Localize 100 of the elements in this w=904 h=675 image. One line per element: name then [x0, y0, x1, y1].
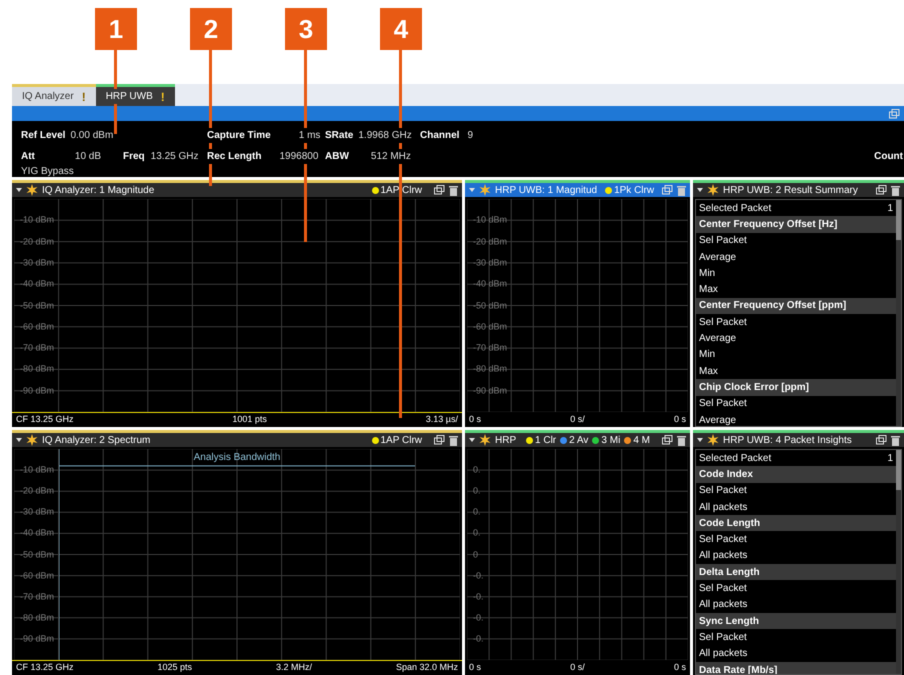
- trace-label: 4 M: [633, 434, 650, 448]
- row-label: Sel Packet: [699, 484, 747, 498]
- info-value: 512 MHz: [370, 149, 411, 164]
- callout-number: 1: [95, 8, 137, 50]
- row-label: Average: [699, 250, 736, 265]
- y-axis-label: -50 dBm: [20, 548, 54, 561]
- trace-label: 2 Av: [569, 434, 588, 448]
- row-label: Sel Packet: [699, 630, 747, 645]
- y-axis-label: -90 dBm: [473, 384, 508, 397]
- row-label: Sel Packet: [699, 316, 747, 330]
- info-value: 1.9968 GHz: [358, 128, 412, 143]
- y-axis-label: -0.: [473, 632, 484, 646]
- row-label: Sel Packet: [699, 397, 747, 412]
- trace-label: 1 Clr: [535, 434, 556, 448]
- pane-title: HRP UWB: 1 Magnitud: [495, 184, 598, 198]
- info-label: Count: [874, 150, 904, 164]
- warning-mark: !: [160, 88, 165, 106]
- bandwidth-label: Analysis Bandwidth: [192, 451, 282, 465]
- callout-number: 3: [285, 8, 327, 50]
- tab[interactable]: IQ Analyzer !: [12, 84, 96, 106]
- y-axis-label: -0.: [473, 568, 484, 582]
- pane-title: HRP UWB: 4 Packet Insights: [723, 434, 852, 448]
- footer-label: 0 s: [674, 413, 686, 426]
- row-label: Average: [699, 414, 736, 426]
- y-axis-label: -50 dBm: [473, 298, 508, 312]
- footer-label: Span 32.0 MHz: [396, 661, 458, 674]
- trace-label: 1AP Clrw: [380, 434, 422, 448]
- trace-label: 1Pk Clrw: [614, 184, 654, 198]
- y-axis-label: -30 dBm: [20, 256, 54, 270]
- y-axis-label: -70 dBm: [20, 341, 54, 354]
- y-axis-label: -60 dBm: [473, 320, 508, 334]
- row-label: Min: [699, 266, 716, 281]
- pane-title: HRP: [495, 434, 516, 448]
- footer-label: 1001 pts: [232, 413, 267, 426]
- y-axis-label: -70 dBm: [20, 590, 54, 603]
- callout-number: 2: [190, 8, 232, 50]
- footer-label: 0 s: [469, 661, 482, 674]
- info-note: YIG Bypass: [21, 167, 75, 177]
- row-label: Sel Packet: [699, 533, 747, 548]
- row-label: Average: [699, 332, 736, 346]
- y-axis-label: 0.: [473, 526, 481, 540]
- y-axis-label: -70 dBm: [473, 341, 508, 354]
- section-header: Code Index: [696, 466, 896, 483]
- info-value: 1996800: [279, 149, 318, 164]
- pane-title: IQ Analyzer: 2 Spectrum: [42, 434, 150, 448]
- y-axis-label: -80 dBm: [473, 362, 508, 376]
- row-label: All packets: [699, 598, 748, 612]
- y-axis-label: 0.: [473, 463, 481, 476]
- footer-label: 1025 pts: [157, 661, 192, 674]
- info-label: Capture Time: [207, 128, 271, 143]
- y-axis-label: -60 dBm: [20, 568, 54, 582]
- info-value: 1 ms: [298, 128, 320, 143]
- y-axis-label: 0.: [473, 506, 481, 519]
- footer-label: 0 s/: [570, 413, 585, 426]
- section-header: Chip Clock Error [ppm]: [696, 379, 896, 396]
- row-label: Sel Packet: [699, 582, 747, 596]
- footer-label: CF 13.25 GHz: [16, 413, 74, 426]
- row-label: Selected Packet: [699, 452, 772, 466]
- y-axis-label: -40 dBm: [20, 526, 54, 540]
- row-label: All packets: [699, 549, 748, 564]
- y-axis-label: -10 dBm: [20, 463, 54, 476]
- footer-label: CF 13.25 GHz: [16, 661, 74, 674]
- section-header: Center Frequency Offset [ppm]: [696, 298, 896, 314]
- y-axis-label: -40 dBm: [473, 277, 508, 290]
- y-axis-label: 0.: [473, 484, 481, 498]
- pane-title: HRP UWB: 2 Result Summary: [723, 184, 858, 198]
- section-header: Delta Length: [696, 564, 896, 580]
- trace-label: 1AP Clrw: [380, 184, 422, 198]
- y-axis-label: -20 dBm: [473, 234, 508, 248]
- y-axis-label: -0.: [473, 590, 484, 603]
- row-value: 1: [887, 452, 893, 466]
- tab[interactable]: HRP UWB !: [96, 84, 175, 106]
- pane-title: IQ Analyzer: 1 Magnitude: [42, 184, 154, 198]
- row-label: Min: [699, 348, 716, 362]
- y-axis-label: -20 dBm: [20, 484, 54, 498]
- row-value: 1: [887, 202, 893, 216]
- y-axis-label: -60 dBm: [20, 320, 54, 334]
- y-axis-label: -50 dBm: [20, 298, 54, 312]
- y-axis-label: -30 dBm: [20, 506, 54, 519]
- footer-label: 3.2 MHz/: [276, 661, 312, 674]
- callout-number: 4: [380, 8, 422, 50]
- y-axis-label: -20 dBm: [20, 234, 54, 248]
- y-axis-label: -90 dBm: [20, 384, 54, 397]
- y-axis-label: -80 dBm: [20, 611, 54, 624]
- row-label: Selected Packet: [699, 202, 772, 216]
- info-label: Freq: [123, 149, 145, 164]
- row-label: All packets: [699, 647, 748, 662]
- section-header: Code Length: [696, 515, 896, 532]
- row-label: Sel Packet: [699, 234, 747, 248]
- y-axis-label: -0.: [473, 611, 484, 624]
- section-header: Center Frequency Offset [Hz]: [696, 216, 896, 233]
- info-label: Rec Length: [207, 149, 262, 164]
- footer-label: 0 s: [674, 661, 686, 674]
- y-axis-label: -10 dBm: [20, 214, 54, 227]
- section-header: Sync Length: [696, 612, 896, 630]
- warning-mark: !: [82, 88, 86, 106]
- y-axis-label: -80 dBm: [20, 362, 54, 376]
- y-axis-label: 0: [473, 548, 478, 561]
- footer-label: 3.13 µs/: [426, 413, 458, 426]
- footer-label: 0 s: [469, 413, 482, 426]
